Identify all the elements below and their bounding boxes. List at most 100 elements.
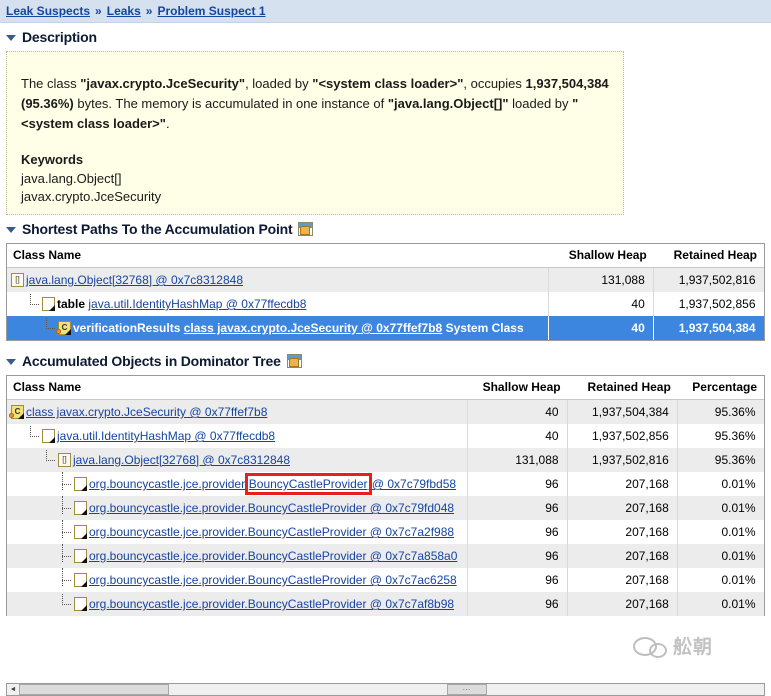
link-text-prefix: org.bouncycastle.jce.provider. <box>89 477 248 491</box>
document-icon <box>74 597 87 611</box>
cell-shallow-heap: 40 <box>548 292 654 316</box>
cell-shallow-heap: 40 <box>467 424 568 448</box>
collapse-triangle-icon[interactable] <box>6 227 16 233</box>
scrollbar-thumb-grip[interactable]: ⋯ <box>446 684 487 695</box>
desc-instance-type: "java.lang.Object[]" <box>387 96 509 111</box>
cell-shallow-heap: 131,088 <box>548 267 654 292</box>
cell-shallow-heap: 96 <box>467 472 568 496</box>
cell-class-name[interactable]: C class javax.crypto.JceSecurity @ 0x77f… <box>7 399 469 424</box>
object-link[interactable]: java.util.IdentityHashMap @ 0x77ffecdb8 <box>57 429 275 443</box>
table-row[interactable]: org.bouncycastle.jce.provider.BouncyCast… <box>7 544 764 568</box>
table-row[interactable]: java.util.IdentityHashMap @ 0x77ffecdb8 … <box>7 424 764 448</box>
tree-elbow-icon <box>59 520 74 539</box>
object-link[interactable]: class javax.crypto.JceSecurity @ 0x77ffe… <box>26 405 267 419</box>
table-row[interactable]: org.bouncycastle.jce.provider.BouncyCast… <box>7 472 764 496</box>
cell-percentage: 0.01% <box>677 592 764 616</box>
table-row[interactable]: [] java.lang.Object[32768] @ 0x7c8312848… <box>7 448 764 472</box>
breadcrumb-item-problem-suspect-1[interactable]: Problem Suspect 1 <box>157 4 265 18</box>
cell-shallow-heap: 96 <box>467 520 568 544</box>
desc-text-6: . <box>165 116 170 131</box>
object-link[interactable]: class javax.crypto.JceSecurity @ 0x77ffe… <box>184 321 443 335</box>
cell-shallow-heap: 96 <box>467 568 568 592</box>
scrollbar-track[interactable] <box>169 684 447 695</box>
class-icon: C <box>9 405 24 419</box>
description-section-header: Description <box>0 23 771 49</box>
breadcrumb-item-leaks[interactable]: Leaks <box>107 4 141 18</box>
cell-class-name[interactable]: org.bouncycastle.jce.provider.BouncyCast… <box>7 472 469 496</box>
system-class-badge: System Class <box>445 321 524 335</box>
column-header-retained-heap[interactable]: Retained Heap <box>653 244 765 268</box>
object-link[interactable]: org.bouncycastle.jce.provider.BouncyCast… <box>89 549 457 563</box>
table-row[interactable]: org.bouncycastle.jce.provider.BouncyCast… <box>7 496 764 520</box>
tree-elbow-icon <box>59 472 74 491</box>
cell-class-name[interactable]: org.bouncycastle.jce.provider.BouncyCast… <box>7 496 469 520</box>
tree-elbow-icon <box>27 426 42 443</box>
cell-retained-heap: 207,168 <box>567 496 678 520</box>
tree-elbow-icon <box>59 544 74 563</box>
object-link[interactable]: org.bouncycastle.jce.provider.BouncyCast… <box>89 525 454 539</box>
object-link[interactable]: java.util.IdentityHashMap @ 0x77ffecdb8 <box>88 297 306 311</box>
breadcrumb-item-leak-suspects[interactable]: Leak Suspects <box>6 4 90 18</box>
dominator-section-header: Accumulated Objects in Dominator Tree <box>0 341 771 373</box>
window-pointer-icon[interactable] <box>298 222 314 236</box>
cell-shallow-heap: 131,088 <box>467 448 568 472</box>
cell-retained-heap: 1,937,502,856 <box>567 424 678 448</box>
keywords-label: Keywords <box>21 152 84 167</box>
table-row[interactable]: C class javax.crypto.JceSecurity @ 0x77f… <box>7 399 764 424</box>
cell-retained-heap: 1,937,502,816 <box>567 448 678 472</box>
table-row[interactable]: org.bouncycastle.jce.provider.BouncyCast… <box>7 592 764 616</box>
column-header-class-name[interactable]: Class Name <box>7 244 549 268</box>
description-paragraph: The class "javax.crypto.JceSecurity", lo… <box>21 74 609 134</box>
cell-class-name[interactable]: java.util.IdentityHashMap @ 0x77ffecdb8 <box>7 424 469 448</box>
document-icon <box>74 549 87 563</box>
window-pointer-icon[interactable] <box>286 354 302 368</box>
cell-shallow-heap: 96 <box>467 544 568 568</box>
object-link[interactable]: org.bouncycastle.jce.provider.BouncyCast… <box>89 501 454 515</box>
object-link[interactable]: java.lang.Object[32768] @ 0x7c8312848 <box>73 453 290 467</box>
table-row[interactable]: org.bouncycastle.jce.provider.BouncyCast… <box>7 568 764 592</box>
object-link[interactable]: java.lang.Object[32768] @ 0x7c8312848 <box>26 273 243 287</box>
shortest-paths-table: Class Name Shallow Heap Retained Heap []… <box>7 244 765 340</box>
column-header-retained-heap[interactable]: Retained Heap <box>567 376 678 400</box>
description-title: Description <box>22 29 97 45</box>
cell-percentage: 95.36% <box>677 399 764 424</box>
column-header-shallow-heap[interactable]: Shallow Heap <box>548 244 654 268</box>
table-row[interactable]: org.bouncycastle.jce.provider.BouncyCast… <box>7 520 764 544</box>
cell-class-name[interactable]: org.bouncycastle.jce.provider.BouncyCast… <box>7 568 469 592</box>
object-link[interactable]: org.bouncycastle.jce.provider.BouncyCast… <box>89 597 454 611</box>
table-row[interactable]: [] java.lang.Object[32768] @ 0x7c8312848… <box>7 267 764 292</box>
column-header-shallow-heap[interactable]: Shallow Heap <box>467 376 568 400</box>
description-box-wrapper: The class "javax.crypto.JceSecurity", lo… <box>0 49 771 215</box>
cell-retained-heap: 207,168 <box>567 520 678 544</box>
table-row-selected[interactable]: C verificationResults class javax.crypto… <box>7 316 764 340</box>
column-header-class-name[interactable]: Class Name <box>7 376 469 400</box>
table-row[interactable]: table java.util.IdentityHashMap @ 0x77ff… <box>7 292 764 316</box>
scroll-left-arrow-icon[interactable]: ◄ <box>7 684 19 695</box>
cell-shallow-heap: 40 <box>467 399 568 424</box>
scrollbar-track[interactable] <box>487 684 765 695</box>
tree-elbow-icon <box>43 450 58 467</box>
horizontal-scrollbar[interactable]: ◄ ⋯ <box>6 683 765 696</box>
column-header-percentage[interactable]: Percentage <box>677 376 765 400</box>
cell-class-name[interactable]: [] java.lang.Object[32768] @ 0x7c8312848 <box>7 267 549 292</box>
cell-class-name[interactable]: C verificationResults class javax.crypto… <box>7 316 549 340</box>
cell-class-name[interactable]: table java.util.IdentityHashMap @ 0x77ff… <box>7 292 549 316</box>
cell-class-name[interactable]: org.bouncycastle.jce.provider.BouncyCast… <box>7 520 469 544</box>
document-icon <box>42 297 55 311</box>
object-link[interactable]: org.bouncycastle.jce.provider.BouncyCast… <box>89 473 456 495</box>
collapse-triangle-icon[interactable] <box>6 35 16 41</box>
object-link[interactable]: org.bouncycastle.jce.provider.BouncyCast… <box>89 573 457 587</box>
collapse-triangle-icon[interactable] <box>6 359 16 365</box>
cell-percentage: 95.36% <box>714 429 756 443</box>
cell-class-name[interactable]: org.bouncycastle.jce.provider.BouncyCast… <box>7 592 469 616</box>
cell-retained-heap: 1,937,502,856 <box>678 297 756 311</box>
cell-class-name[interactable]: org.bouncycastle.jce.provider.BouncyCast… <box>7 544 469 568</box>
cell-class-name[interactable]: [] java.lang.Object[32768] @ 0x7c8312848 <box>7 448 469 472</box>
scrollbar-thumb[interactable] <box>19 684 169 695</box>
desc-text-1: The class <box>21 76 81 91</box>
